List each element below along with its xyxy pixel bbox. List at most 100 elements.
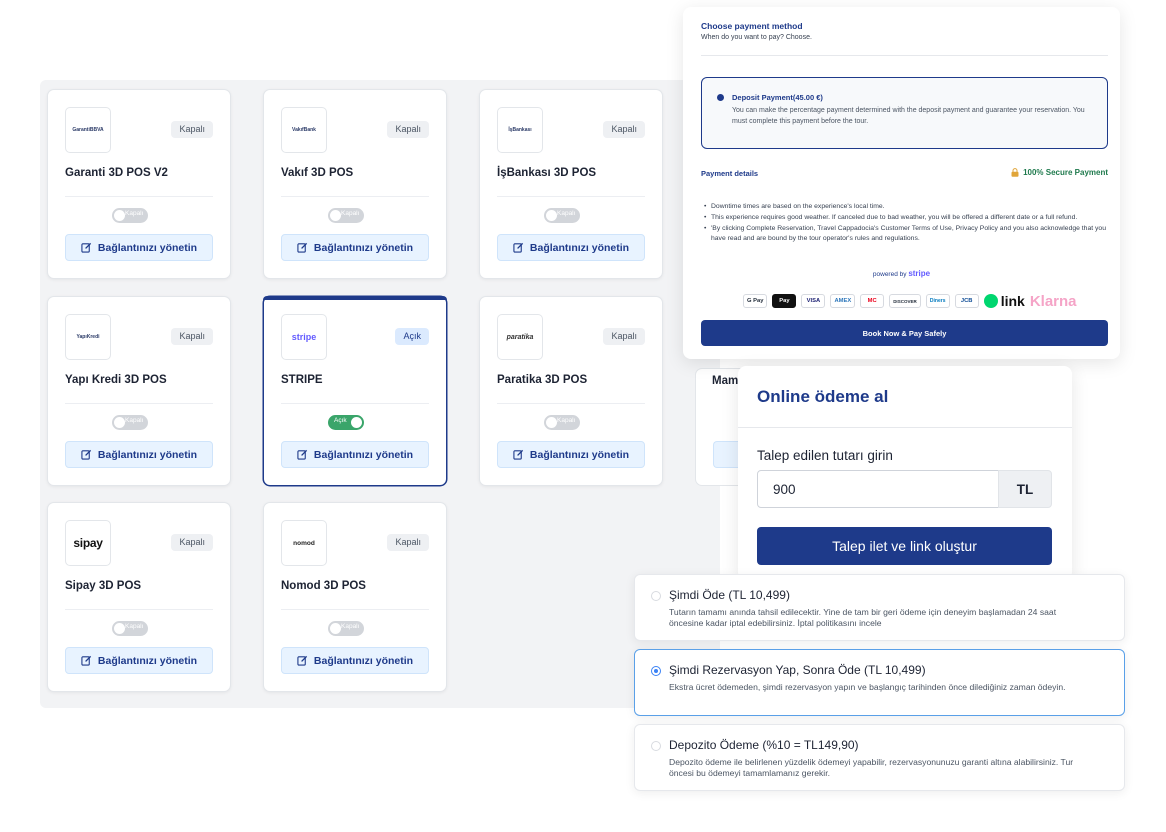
edit-icon	[513, 449, 523, 460]
option-description: Depozito ödeme ile belirlenen yüzdelik ö…	[669, 757, 1074, 778]
payment-method-panel: Choose payment method When do you want t…	[683, 7, 1120, 359]
garanti-logo: GarantiBBVA	[65, 107, 111, 153]
pos-name: İşBankası 3D POS	[497, 167, 597, 179]
link-label: link	[1000, 293, 1025, 309]
powered-label: powered by	[872, 271, 907, 278]
pos-toggle[interactable]: Kapalı	[544, 208, 580, 223]
deposit-description: You can make the percentage payment dete…	[732, 107, 1085, 125]
manage-connection-button[interactable]: Bağlantınızı yönetin	[281, 441, 429, 468]
pos-toggle[interactable]: Kapalı	[328, 208, 364, 223]
payment-details-label: Payment details	[701, 169, 759, 178]
edit-icon	[81, 242, 91, 253]
pos-name: STRIPE	[281, 374, 323, 386]
pos-name: Paratika 3D POS	[497, 374, 588, 386]
manage-connection-button[interactable]: Bağlantınızı yönetin	[281, 234, 429, 261]
option-description: Ekstra ücret ödemeden, şimdi rezervasyon…	[669, 682, 1066, 692]
yapikredi-logo: YapıKredi	[65, 314, 111, 360]
sipay-logo: sipay	[65, 520, 111, 566]
screen: GarantiBBVA Kapalı Garanti 3D POS V2 Kap…	[0, 0, 1166, 832]
apple-pay-icon: Pay	[772, 294, 797, 308]
klarna-logo: Klarna	[1029, 292, 1077, 310]
pos-toggle[interactable]: Açık	[328, 415, 364, 430]
divider	[281, 609, 429, 610]
paratika-logo: paratika	[497, 314, 543, 360]
radio-button[interactable]	[651, 591, 661, 601]
discover-icon: DISCOVER	[889, 294, 921, 308]
edit-icon	[297, 242, 307, 253]
manage-connection-button[interactable]: Bağlantınızı yönetin	[65, 234, 213, 261]
status-badge: Kapalı	[603, 121, 645, 138]
option-deposit[interactable]: Depozito Ödeme (%10 = TL149,90) Depozito…	[634, 724, 1125, 791]
secure-label: 100% Secure Payment	[1023, 168, 1108, 177]
radio-button[interactable]	[651, 666, 661, 676]
pos-name: Sipay 3D POS	[65, 580, 142, 592]
manage-label: Bağlantınızı yönetin	[313, 448, 414, 461]
toggle-knob	[546, 417, 557, 428]
toggle-knob	[114, 210, 125, 221]
manage-label: Bağlantınızı yönetin	[313, 241, 414, 254]
toggle-knob	[330, 210, 341, 221]
nomod-logo: nomod	[281, 520, 327, 566]
radio-button[interactable]	[651, 741, 661, 751]
pos-name: Nomod 3D POS	[281, 580, 366, 592]
pos-name: Yapı Kredi 3D POS	[65, 374, 167, 386]
manage-connection-button[interactable]: Bağlantınızı yönetin	[281, 647, 429, 674]
radio-selected	[717, 94, 724, 101]
amount-input[interactable]	[757, 470, 999, 508]
pos-toggle[interactable]: Kapalı	[328, 621, 364, 636]
option-pay-now[interactable]: Şimdi Öde (TL 10,499) Tutarın tamamı anı…	[634, 574, 1125, 641]
amount-label: Talep edilen tutarı girin	[757, 448, 893, 463]
pos-toggle[interactable]: Kapalı	[544, 415, 580, 430]
toggle-label: Kapalı	[341, 210, 360, 217]
option-title: Şimdi Rezervasyon Yap, Sonra Öde (TL 10,…	[669, 663, 926, 677]
pos-toggle[interactable]: Kapalı	[112, 208, 148, 223]
payment-method-subtitle: When do you want to pay? Choose.	[701, 34, 812, 41]
option-book-now-pay-later[interactable]: Şimdi Rezervasyon Yap, Sonra Öde (TL 10,…	[634, 649, 1125, 716]
stripe-logo: stripe	[281, 314, 327, 360]
pos-card-isbankasi: İşBankası Kapalı İşBankası 3D POS Kapalı…	[479, 89, 663, 279]
toggle-label: Kapalı	[125, 210, 144, 217]
google-pay-icon: G Pay	[743, 294, 768, 308]
powered-by-stripe: powered by stripe	[683, 269, 1120, 278]
manage-connection-button[interactable]: Bağlantınızı yönetin	[65, 441, 213, 468]
pos-card-vakif: VakıfBank Kapalı Vakıf 3D POS Kapalı Bağ…	[263, 89, 447, 279]
lock-icon	[1011, 168, 1019, 177]
manage-connection-button[interactable]: Bağlantınızı yönetin	[65, 647, 213, 674]
toggle-knob	[351, 417, 362, 428]
pos-toggle[interactable]: Kapalı	[112, 415, 148, 430]
visa-icon: VISA	[801, 294, 826, 308]
mastercard-icon: MC	[860, 294, 885, 308]
create-link-button[interactable]: Talep ilet ve link oluştur	[757, 527, 1052, 565]
status-badge: Açık	[395, 328, 429, 345]
currency-addon: TL	[998, 470, 1052, 508]
edit-icon	[81, 655, 91, 666]
jcb-icon: JCB	[954, 294, 979, 308]
deposit-payment-option[interactable]: Deposit Payment(45.00 €) You can make th…	[701, 77, 1108, 149]
isbankasi-logo: İşBankası	[497, 107, 543, 153]
option-title: Depozito Ödeme (%10 = TL149,90)	[669, 738, 859, 752]
pos-card-garanti: GarantiBBVA Kapalı Garanti 3D POS V2 Kap…	[47, 89, 231, 279]
toggle-knob	[330, 623, 341, 634]
divider	[738, 427, 1072, 428]
toggle-label: Kapalı	[125, 417, 144, 424]
pos-card-nomod: nomod Kapalı Nomod 3D POS Kapalı Bağlant…	[263, 502, 447, 692]
amex-icon: AMEX	[830, 294, 856, 308]
divider	[281, 403, 429, 404]
pos-name: Vakıf 3D POS	[281, 167, 354, 179]
pos-toggle[interactable]: Kapalı	[112, 621, 148, 636]
online-payment-title: Online ödeme al	[757, 387, 889, 406]
manage-label: Bağlantınızı yönetin	[529, 241, 630, 254]
manage-connection-button[interactable]: Bağlantınızı yönetin	[497, 441, 645, 468]
option-description: Tutarın tamamı anında tahsil edilecektir…	[669, 607, 1057, 628]
manage-connection-button[interactable]: Bağlantınızı yönetin	[497, 234, 645, 261]
stripe-brand: stripe	[908, 269, 931, 278]
pos-name: Mam	[712, 375, 739, 387]
manage-label: Bağlantınızı yönetin	[97, 448, 198, 461]
divider	[65, 403, 213, 404]
manage-label: Bağlantınızı yönetin	[97, 654, 198, 667]
book-now-button[interactable]: Book Now & Pay Safely	[701, 320, 1108, 346]
toggle-knob	[114, 417, 125, 428]
pos-card-paratika: paratika Kapalı Paratika 3D POS Kapalı B…	[479, 296, 663, 486]
status-badge: Kapalı	[603, 328, 645, 345]
pos-card-partial: Mam	[695, 368, 743, 486]
